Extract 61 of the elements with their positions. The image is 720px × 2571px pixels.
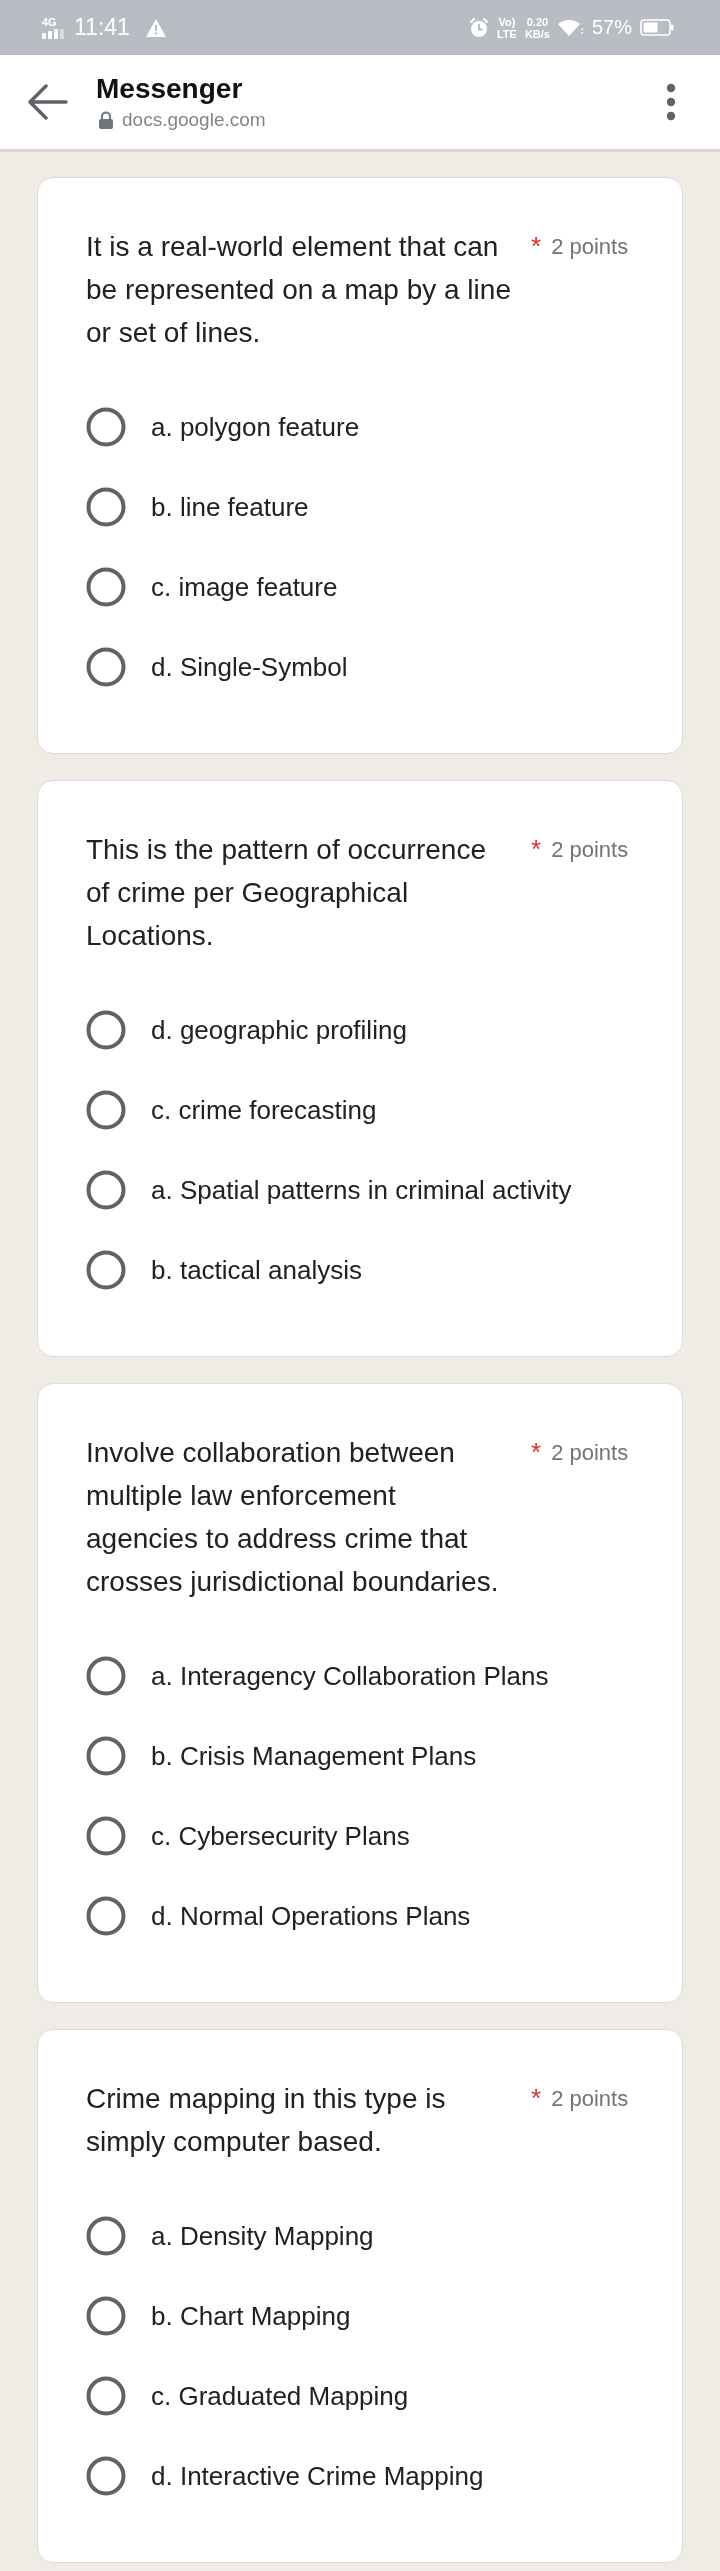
question-text: Involve collaboration between multiple law enforcement agencies to address crime that crosses jurisdictional boundaries. — [86, 1436, 500, 1599]
radio-option[interactable]: c. image feature — [86, 567, 338, 607]
radio-icon[interactable] — [86, 1656, 126, 1696]
radio-icon[interactable] — [86, 487, 126, 527]
page-title: Messenger — [96, 72, 244, 105]
required-asterisk: * — [531, 1436, 542, 1469]
radio-option[interactable]: a. polygon feature — [86, 407, 360, 447]
radio-option[interactable]: a. Interagency Collaboration Plans — [86, 1656, 549, 1696]
radio-option[interactable]: d. Interactive Crime Mapping — [86, 2456, 484, 2496]
warning-icon — [145, 18, 166, 37]
question-text: It is a real-world element that can be represented on a map by a line or set of lines. — [86, 230, 512, 350]
radio-option[interactable]: d. Normal Operations Plans — [86, 1896, 471, 1936]
radio-icon[interactable] — [86, 567, 126, 607]
radio-option[interactable]: b. Chart Mapping — [86, 2296, 351, 2336]
radio-option[interactable]: a. Spatial patterns in criminal activity — [86, 1170, 572, 1210]
radio-icon[interactable] — [86, 1816, 126, 1856]
wifi-icon — [557, 18, 584, 37]
radio-icon[interactable] — [86, 1736, 126, 1776]
radio-option[interactable]: b. line feature — [86, 487, 309, 527]
radio-icon[interactable] — [86, 1896, 126, 1936]
more-options-icon[interactable] — [666, 83, 676, 121]
required-asterisk: * — [531, 2082, 542, 2115]
radio-icon[interactable] — [86, 1010, 126, 1050]
signal-bars-icon — [42, 29, 64, 39]
required-asterisk: * — [531, 230, 542, 263]
question-text: Crime mapping in this type is simply computer based. — [86, 2082, 447, 2159]
points-label: 2 points — [551, 1439, 629, 1467]
radio-option[interactable]: d. Single-Symbol — [86, 647, 348, 687]
radio-icon[interactable] — [86, 1090, 126, 1130]
question-text: This is the pattern of occurrence of crime per Geographical Locations. — [86, 833, 487, 953]
radio-option[interactable]: b. Crisis Management Plans — [86, 1736, 477, 1776]
points-label: 2 points — [551, 233, 629, 261]
radio-option[interactable]: c. Cybersecurity Plans — [86, 1816, 410, 1856]
network-speed: 0.20 — [526, 15, 549, 28]
clock-time: 11:41 — [74, 14, 130, 41]
radio-icon[interactable] — [86, 647, 126, 687]
radio-icon[interactable] — [86, 2296, 126, 2336]
radio-icon[interactable] — [86, 1170, 126, 1210]
page-url: docs.google.com — [122, 107, 266, 132]
radio-option[interactable]: b. tactical analysis — [86, 1250, 362, 1290]
speed-unit: KB/s — [524, 27, 550, 40]
points-label: 2 points — [551, 2085, 629, 2113]
lock-icon — [98, 110, 114, 129]
radio-icon[interactable] — [86, 2376, 126, 2416]
lte-label: LTE — [496, 27, 517, 40]
required-asterisk: * — [531, 833, 542, 866]
network-type: 4G — [42, 16, 57, 28]
radio-icon[interactable] — [86, 2216, 126, 2256]
points-label: 2 points — [551, 836, 629, 864]
radio-option[interactable]: a. Density Mapping — [86, 2216, 374, 2256]
battery-percent: 57% — [591, 16, 632, 39]
alarm-clock-icon — [468, 17, 489, 38]
radio-option[interactable]: c. Graduated Mapping — [86, 2376, 409, 2416]
radio-icon[interactable] — [86, 407, 126, 447]
radio-option[interactable]: d. geographic profiling — [86, 1010, 407, 1050]
volte-label: Vo) — [498, 15, 516, 28]
battery-icon — [640, 19, 674, 36]
radio-icon[interactable] — [86, 1250, 126, 1290]
radio-icon[interactable] — [86, 2456, 126, 2496]
back-arrow-icon[interactable] — [28, 84, 68, 120]
radio-option[interactable]: c. crime forecasting — [86, 1090, 377, 1130]
